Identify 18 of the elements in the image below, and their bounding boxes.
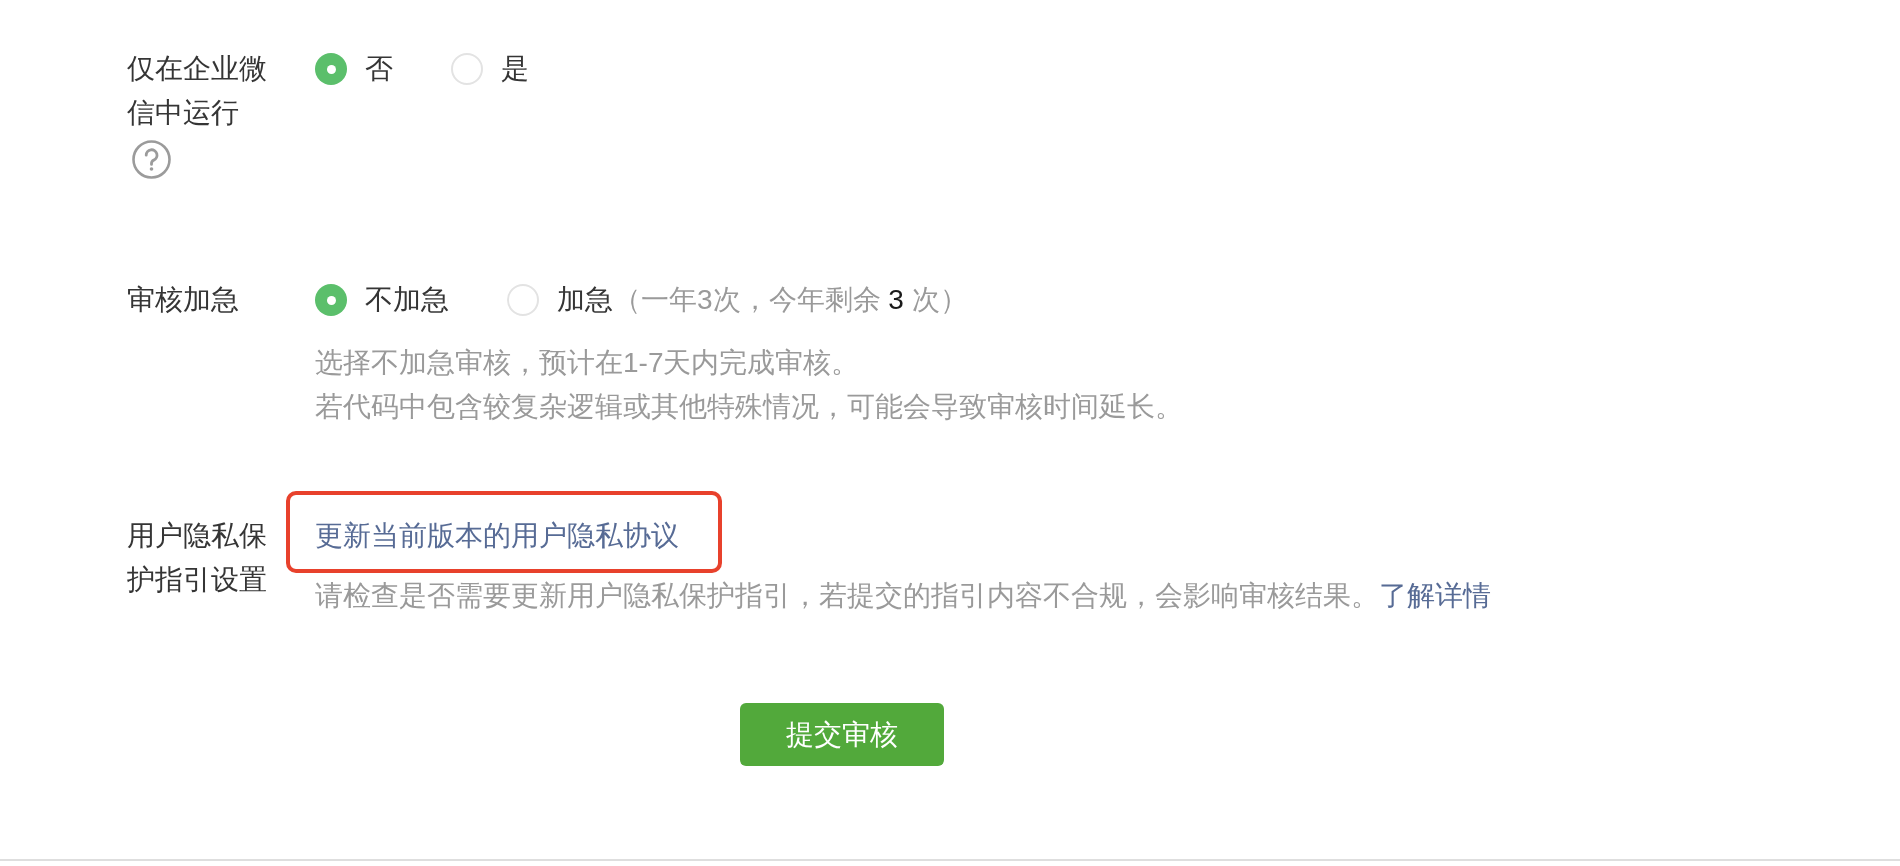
field-label: 审核加急 — [127, 283, 240, 317]
help-icon[interactable] — [132, 140, 171, 179]
field-label: 仅在企业微信中运行 — [127, 52, 268, 130]
quota-note: （一年3次，今年剩余 3 次） — [613, 283, 968, 317]
option-label[interactable]: 加急 — [557, 278, 613, 322]
radio-button[interactable] — [315, 284, 347, 316]
field-label: 用户隐私保护指引设置 — [127, 519, 268, 597]
option-label[interactable]: 是 — [501, 47, 529, 91]
hint-text: 选择不加急审核，预计在1-7天内完成审核。 — [315, 346, 860, 380]
radio-button[interactable] — [451, 53, 483, 85]
option-label[interactable]: 不加急 — [365, 278, 449, 322]
privacy-agreement-link[interactable]: 更新当前版本的用户隐私协议 — [315, 514, 679, 558]
hint-text: 请检查是否需要更新用户隐私保护指引，若提交的指引内容不合规，会影响审核结果。了解详情 — [315, 579, 1491, 613]
option-label[interactable]: 否 — [365, 47, 393, 91]
hint-text: 若代码中包含较复杂逻辑或其他特殊情况，可能会导致审核时间延长。 — [315, 390, 1183, 424]
radio-button[interactable] — [315, 53, 347, 85]
learn-more-link[interactable]: 了解详情 — [1379, 580, 1491, 611]
radio-button[interactable] — [507, 284, 539, 316]
